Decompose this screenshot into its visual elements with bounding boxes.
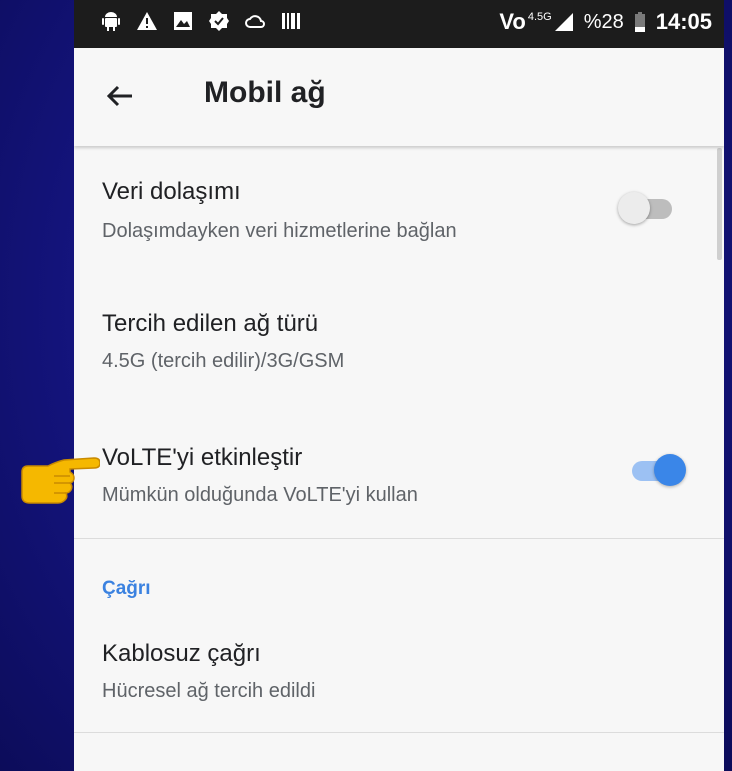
back-arrow-icon[interactable] xyxy=(104,80,136,112)
setting-subtitle: Dolaşımdayken veri hizmetlerine bağlan xyxy=(102,220,457,242)
barcode-icon xyxy=(282,13,300,29)
settings-badge-icon xyxy=(209,11,229,31)
app-toolbar: Mobil ağ xyxy=(74,48,724,146)
signal-icon xyxy=(554,13,573,31)
volte-indicator: Vo xyxy=(499,9,526,34)
setting-title: Kablosuz çağrı xyxy=(102,640,261,667)
status-right-group: Vo 4.5G %28 14:05 xyxy=(499,9,712,35)
toggle-thumb xyxy=(654,454,686,486)
clock: 14:05 xyxy=(655,9,712,34)
setting-data-roaming[interactable]: Veri dolaşımı Dolaşımdayken veri hizmetl… xyxy=(74,146,724,280)
data-roaming-toggle[interactable] xyxy=(618,190,678,226)
network-type-label: 4.5G xyxy=(527,11,552,23)
pointing-hand-icon xyxy=(21,457,100,504)
setting-title: VoLTE'yi etkinleştir xyxy=(102,444,303,471)
setting-enable-volte[interactable]: VoLTE'yi etkinleştir Mümkün olduğunda Vo… xyxy=(74,414,724,538)
status-bar: Vo 4.5G %28 14:05 xyxy=(74,0,724,48)
setting-title: Tercih edilen ağ türü xyxy=(102,310,319,337)
phone-screen: Vo 4.5G %28 14:05 Mobil ağ Veri dolaşımı… xyxy=(74,0,724,771)
setting-title: Veri dolaşımı xyxy=(102,178,241,205)
section-header-calls: Çağrı xyxy=(102,578,151,599)
volte-toggle[interactable] xyxy=(628,452,688,488)
divider xyxy=(74,538,724,539)
android-icon xyxy=(102,12,120,31)
battery-icon xyxy=(634,12,645,32)
divider xyxy=(74,732,724,733)
cloud-sync-icon xyxy=(245,15,265,28)
setting-wifi-calling[interactable]: Kablosuz çağrı Hücresel ağ tercih edildi xyxy=(74,614,724,732)
setting-subtitle: Hücresel ağ tercih edildi xyxy=(102,680,316,702)
setting-subtitle: 4.5G (tercih edilir)/3G/GSM xyxy=(102,350,345,372)
setting-preferred-network-type[interactable]: Tercih edilen ağ türü 4.5G (tercih edili… xyxy=(74,280,724,414)
battery-percentage: %28 xyxy=(583,10,624,33)
settings-list: Veri dolaşımı Dolaşımdayken veri hizmetl… xyxy=(74,146,724,771)
page-title: Mobil ağ xyxy=(204,76,326,109)
toggle-thumb xyxy=(618,192,650,224)
image-icon xyxy=(174,12,192,30)
warning-icon xyxy=(137,12,157,30)
setting-subtitle: Mümkün olduğunda VoLTE'yi kullan xyxy=(102,484,418,506)
